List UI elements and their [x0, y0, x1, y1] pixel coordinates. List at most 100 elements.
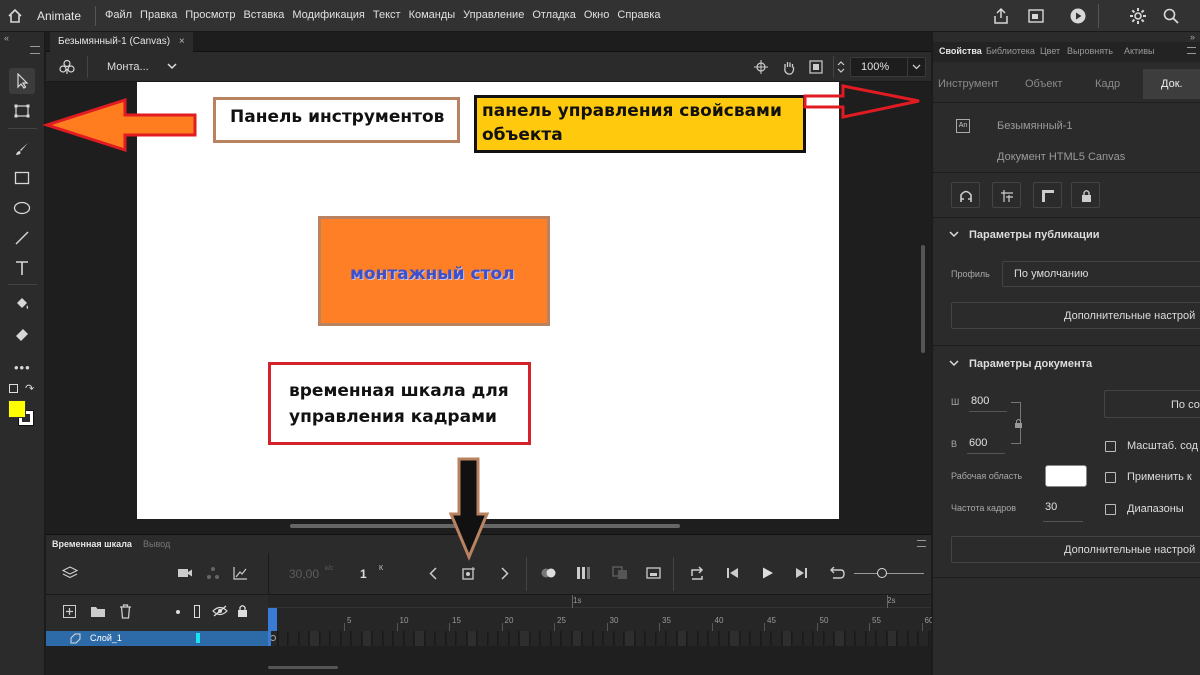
frame-cell[interactable]	[373, 631, 383, 646]
test-movie-icon[interactable]	[1069, 7, 1087, 25]
stage-vertical-scrollbar[interactable]	[921, 245, 925, 353]
advanced-document-settings-button[interactable]: Дополнительные настрой	[951, 536, 1200, 563]
frame-cell[interactable]	[436, 631, 446, 646]
step-forward-icon[interactable]	[795, 567, 808, 579]
frame-cell[interactable]	[709, 631, 719, 646]
stage-color-swatch[interactable]	[1045, 465, 1087, 487]
layer-row[interactable]: Слой_1	[46, 631, 268, 646]
rulers-button[interactable]	[1033, 182, 1062, 208]
hand-tool-icon[interactable]	[781, 59, 797, 75]
frame-cell[interactable]	[394, 631, 404, 646]
zoom-field[interactable]: 100%	[850, 57, 926, 77]
tab-align[interactable]: Выровнять	[1067, 46, 1113, 56]
frame-ruler[interactable]: 1s 2s 5 10 15 20 25 30 35 40 45 50 55 60	[268, 595, 933, 631]
insert-keyframe-icon[interactable]	[462, 566, 476, 580]
frame-cell[interactable]	[572, 631, 582, 646]
frame-cell[interactable]	[604, 631, 614, 646]
rewind-icon[interactable]	[829, 566, 845, 580]
frame-cell[interactable]	[730, 631, 740, 646]
subtab-tool[interactable]: Инструмент	[938, 78, 999, 90]
framerate-value[interactable]: 30	[1045, 501, 1057, 513]
layers-icon[interactable]	[62, 565, 78, 581]
frame-cell[interactable]	[845, 631, 855, 646]
fps-value[interactable]: 30,00	[289, 567, 319, 581]
frame-cell[interactable]	[583, 631, 593, 646]
frame-cell[interactable]	[289, 631, 299, 646]
frame-cell[interactable]	[551, 631, 561, 646]
frame-cell[interactable]	[698, 631, 708, 646]
step-back-icon[interactable]	[726, 567, 739, 579]
home-icon[interactable]	[7, 8, 23, 24]
height-value[interactable]: 600	[969, 437, 987, 449]
frame-cell[interactable]	[478, 631, 488, 646]
chevron-down-icon[interactable]	[949, 231, 959, 238]
oval-tool-icon[interactable]	[9, 195, 35, 221]
text-tool-icon[interactable]	[9, 255, 35, 281]
menu-commands[interactable]: Команды	[409, 9, 456, 21]
menu-text[interactable]: Текст	[373, 9, 401, 21]
next-keyframe-icon[interactable]	[501, 567, 509, 580]
menu-modify[interactable]: Модификация	[292, 9, 365, 21]
zoom-stepper-icon[interactable]	[837, 59, 845, 75]
frame-cell[interactable]	[362, 631, 372, 646]
advanced-publish-settings-button[interactable]: Дополнительные настрой	[951, 302, 1200, 329]
panel-expand-icon[interactable]: »	[933, 32, 1200, 42]
frame-row[interactable]	[268, 631, 931, 646]
scene-select[interactable]: Монта...	[107, 61, 149, 73]
selection-tool-icon[interactable]	[9, 68, 35, 94]
onion-skin-icon[interactable]	[540, 567, 558, 579]
frame-cell[interactable]	[677, 631, 687, 646]
free-transform-tool-icon[interactable]	[9, 98, 35, 124]
brush-tool-icon[interactable]	[9, 136, 35, 162]
frame-cell[interactable]	[793, 631, 803, 646]
paint-bucket-tool-icon[interactable]	[9, 291, 35, 317]
clip-stage-icon[interactable]	[809, 60, 823, 74]
frame-cell[interactable]	[404, 631, 414, 646]
loop-icon[interactable]	[689, 566, 705, 580]
tab-properties[interactable]: Свойства	[939, 46, 982, 56]
play-icon[interactable]	[762, 567, 774, 579]
current-frame-value[interactable]: 1	[360, 567, 367, 581]
frame-cell[interactable]	[803, 631, 813, 646]
menu-file[interactable]: Файл	[105, 9, 132, 21]
frame-cell[interactable]	[656, 631, 666, 646]
subtab-frame[interactable]: Кадр	[1095, 78, 1120, 90]
frame-cell[interactable]	[520, 631, 530, 646]
timeline-horizontal-scrollbar[interactable]	[268, 666, 338, 669]
document-section-title[interactable]: Параметры документа	[969, 358, 1092, 370]
swap-colors-icon[interactable]: ↷	[25, 382, 34, 395]
document-tab[interactable]: Безымянный-1 (Canvas) ×	[50, 32, 193, 52]
camera-icon[interactable]	[177, 567, 193, 579]
menu-view[interactable]: Просмотр	[185, 9, 235, 21]
stage-horizontal-scrollbar[interactable]	[290, 524, 680, 528]
frame-cell[interactable]	[488, 631, 498, 646]
menu-edit[interactable]: Правка	[140, 9, 177, 21]
snap-button[interactable]	[951, 182, 980, 208]
panel-menu-icon[interactable]	[30, 46, 40, 54]
frame-cell[interactable]	[919, 631, 929, 646]
fullscreen-icon[interactable]	[1027, 7, 1045, 25]
menu-help[interactable]: Справка	[617, 9, 660, 21]
tab-assets[interactable]: Активы	[1124, 46, 1154, 56]
frame-cell[interactable]	[782, 631, 792, 646]
frame-view-icon[interactable]	[612, 566, 628, 580]
frame-cell[interactable]	[814, 631, 824, 646]
frame-cell[interactable]	[467, 631, 477, 646]
profile-select[interactable]: По умолчанию	[1002, 261, 1200, 287]
visibility-icon[interactable]	[212, 605, 228, 617]
subtab-object[interactable]: Объект	[1025, 78, 1062, 90]
frame-cell[interactable]	[509, 631, 519, 646]
fill-color-swatch[interactable]	[8, 400, 26, 418]
parenting-icon[interactable]	[206, 566, 220, 580]
frame-cell[interactable]	[908, 631, 918, 646]
layer-color-marker[interactable]	[196, 633, 200, 643]
default-colors-icon[interactable]	[9, 384, 18, 393]
frame-cell[interactable]	[383, 631, 393, 646]
width-value[interactable]: 800	[971, 395, 989, 407]
app-name[interactable]: Animate	[37, 9, 81, 23]
chevron-down-icon[interactable]	[912, 64, 921, 70]
apply-to-checkbox[interactable]	[1105, 472, 1116, 483]
frame-cell[interactable]	[688, 631, 698, 646]
frame-cell[interactable]	[352, 631, 362, 646]
menu-insert[interactable]: Вставка	[243, 9, 284, 21]
